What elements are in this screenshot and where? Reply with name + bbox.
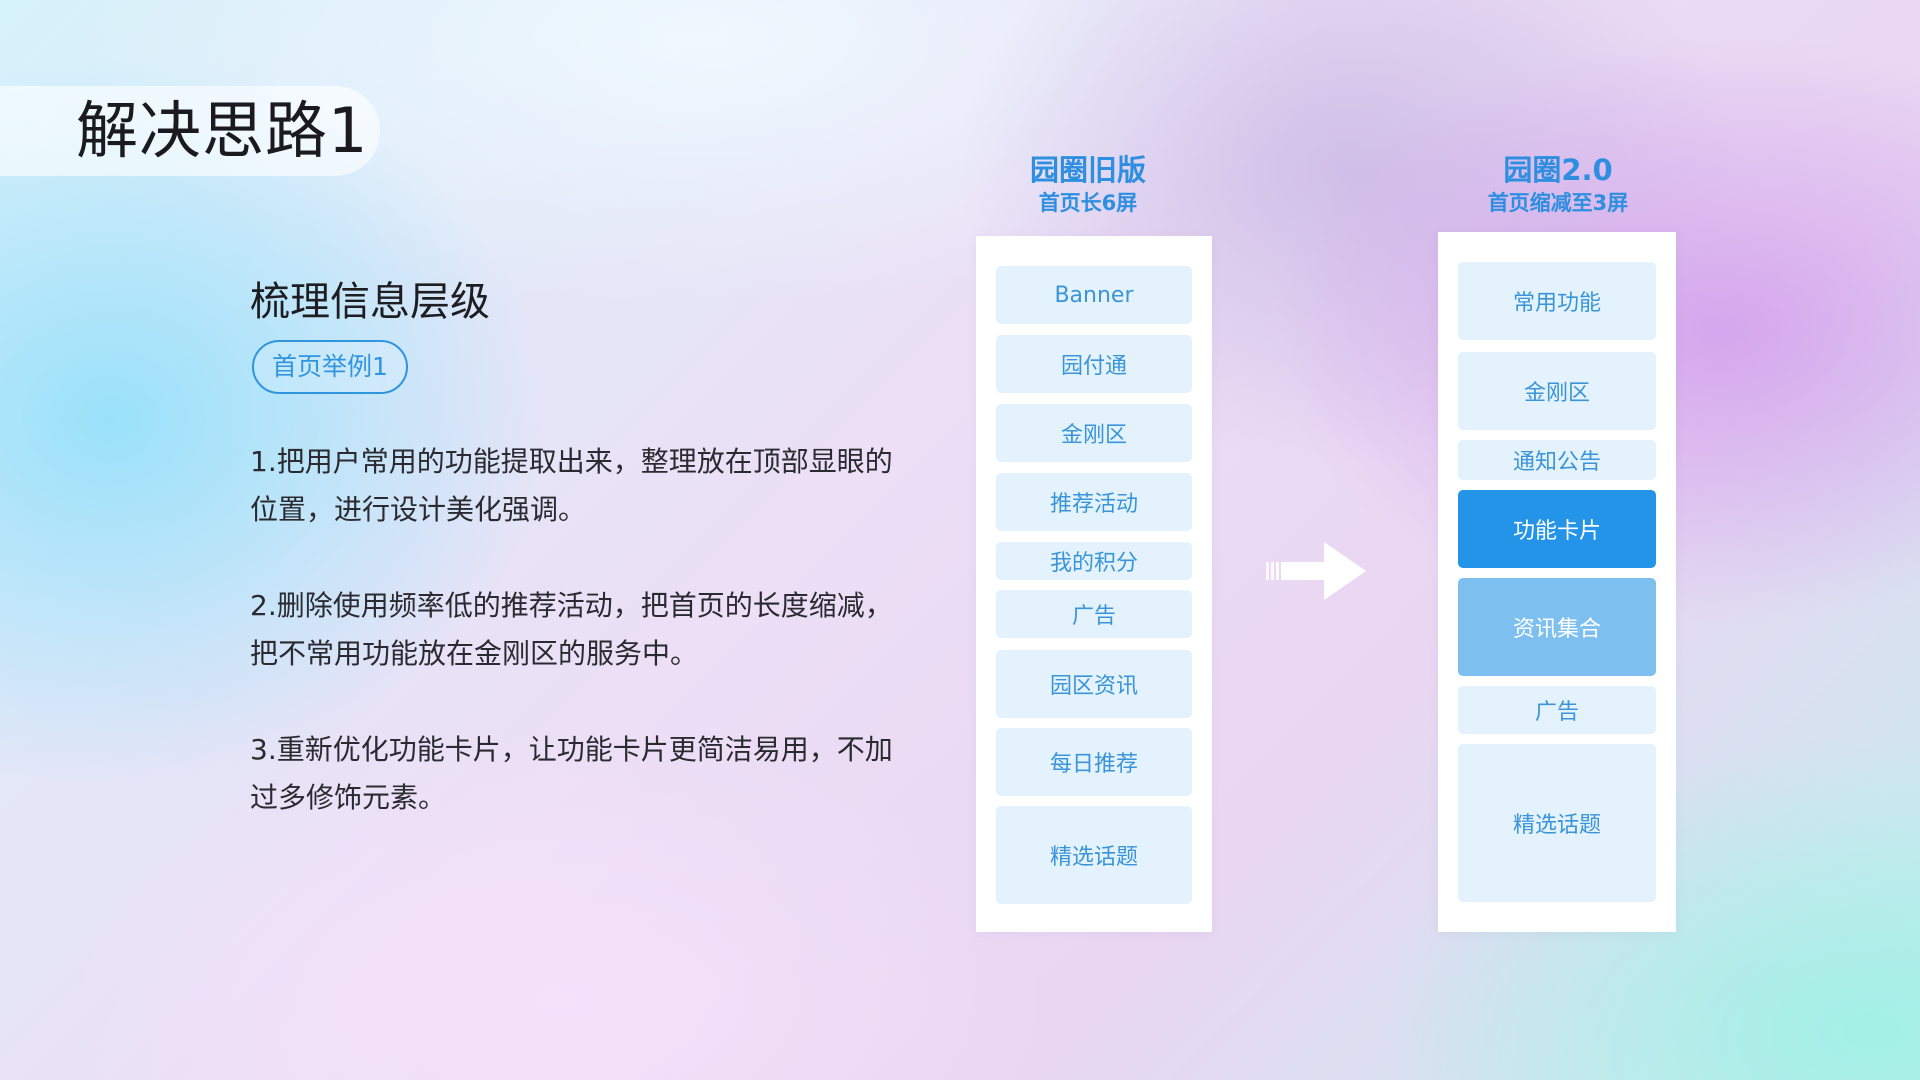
old-module-banner: Banner bbox=[996, 266, 1192, 324]
example-tag: 首页举例1 bbox=[252, 340, 408, 394]
new-version-mockup: 常用功能 金刚区 通知公告 功能卡片 资讯集合 广告 精选话题 bbox=[1438, 232, 1676, 932]
new-module-kingkong: 金刚区 bbox=[1458, 352, 1656, 430]
new-module-news-collection: 资讯集合 bbox=[1458, 578, 1656, 676]
old-version-header: 园圈旧版 首页长6屏 bbox=[968, 152, 1208, 218]
page-title: 解决思路1 bbox=[76, 94, 369, 167]
old-module-kingkong: 金刚区 bbox=[996, 404, 1192, 462]
old-version-mockup: Banner 园付通 金刚区 推荐活动 我的积分 广告 园区资讯 每日推荐 精选… bbox=[976, 236, 1212, 932]
point-3: 3.重新优化功能卡片，让功能卡片更简洁易用，不加过多修饰元素。 bbox=[250, 733, 893, 814]
new-module-ads: 广告 bbox=[1458, 686, 1656, 734]
new-version-subtitle: 首页缩减至3屏 bbox=[1487, 191, 1629, 215]
point-2: 2.删除使用频率低的推荐活动，把首页的长度缩减，把不常用功能放在金刚区的服务中。 bbox=[250, 589, 893, 670]
old-module-activities: 推荐活动 bbox=[996, 473, 1192, 531]
new-version-header: 园圈2.0 首页缩减至3屏 bbox=[1438, 152, 1678, 218]
point-1: 1.把用户常用的功能提取出来，整理放在顶部显眼的位置，进行设计美化强调。 bbox=[250, 445, 893, 526]
old-module-daily: 每日推荐 bbox=[996, 728, 1192, 796]
new-module-notices: 通知公告 bbox=[1458, 440, 1656, 480]
new-module-common-functions: 常用功能 bbox=[1458, 262, 1656, 340]
old-module-points: 我的积分 bbox=[996, 542, 1192, 580]
new-version-title: 园圈2.0 bbox=[1503, 153, 1613, 187]
new-module-topics: 精选话题 bbox=[1458, 744, 1656, 902]
old-module-payment: 园付通 bbox=[996, 335, 1192, 393]
old-module-topics: 精选话题 bbox=[996, 806, 1192, 904]
old-version-subtitle: 首页长6屏 bbox=[1038, 191, 1138, 215]
old-version-title: 园圈旧版 bbox=[1029, 153, 1146, 187]
old-module-park-news: 园区资讯 bbox=[996, 650, 1192, 718]
section-heading: 梳理信息层级 bbox=[250, 279, 490, 325]
old-module-ads: 广告 bbox=[996, 590, 1192, 638]
right-arrow-icon bbox=[1266, 542, 1366, 600]
new-module-function-cards: 功能卡片 bbox=[1458, 490, 1656, 568]
